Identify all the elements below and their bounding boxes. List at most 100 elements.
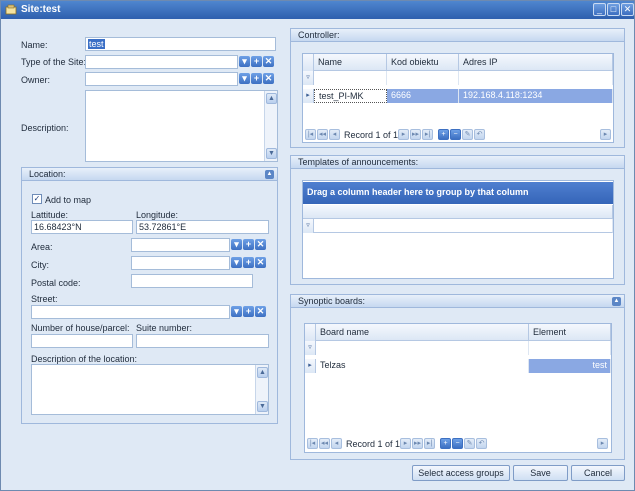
nav-prev-page-button[interactable]: ◂◂	[319, 438, 330, 449]
scroll-down-button[interactable]: ▼	[266, 148, 277, 159]
nav-scroll-right-button[interactable]: ▸	[597, 438, 608, 449]
close-icon: ✕	[623, 4, 632, 14]
chevron-down-icon: ▾	[242, 73, 247, 83]
scroll-up-button[interactable]: ▲	[266, 93, 277, 104]
column-header-name[interactable]: Name	[314, 54, 387, 71]
nav-first-button[interactable]: |◂	[307, 438, 318, 449]
area-input[interactable]	[131, 238, 230, 252]
filter-cell-kod[interactable]	[387, 71, 459, 85]
window-title: Site:test	[21, 4, 61, 15]
location-description-scrollbar[interactable]: ▲ ▼	[255, 365, 268, 414]
column-header-ip[interactable]: Adres IP	[459, 54, 613, 71]
group-panel[interactable]: Drag a column header here to group by th…	[303, 182, 613, 204]
owner-input[interactable]	[85, 72, 238, 86]
nav-last-button[interactable]: ▸|	[424, 438, 435, 449]
nav-first-button[interactable]: |◂	[305, 129, 316, 140]
filter-cell-name[interactable]	[314, 71, 387, 85]
city-add-button[interactable]: +	[243, 257, 254, 268]
city-clear-button[interactable]: ✕	[255, 257, 266, 268]
description-textarea[interactable]: ▲ ▼	[85, 90, 278, 162]
select-access-groups-button[interactable]: Select access groups	[412, 465, 510, 481]
cell-element[interactable]: test	[529, 359, 611, 373]
filter-cell-ip[interactable]	[459, 71, 613, 85]
nav-remove-button[interactable]: −	[450, 129, 461, 140]
area-add-button[interactable]: +	[243, 239, 254, 250]
nav-add-button[interactable]: +	[438, 129, 449, 140]
latitude-input[interactable]: 16.68423°N	[31, 220, 133, 234]
nav-cancel-button[interactable]: ↶	[476, 438, 487, 449]
postal-code-input[interactable]	[131, 274, 253, 288]
description-scrollbar[interactable]: ▲ ▼	[264, 91, 277, 161]
synoptic-collapse-button[interactable]: ▲	[612, 297, 621, 306]
nav-cancel-button[interactable]: ↶	[474, 129, 485, 140]
column-header-element[interactable]: Element	[529, 324, 611, 341]
nav-remove-button[interactable]: −	[452, 438, 463, 449]
type-clear-button[interactable]: ✕	[263, 56, 274, 67]
nav-next-button[interactable]: ▸	[400, 438, 411, 449]
street-dropdown-button[interactable]: ▾	[231, 306, 242, 317]
owner-dropdown-button[interactable]: ▾	[239, 73, 250, 84]
scroll-down-button[interactable]: ▼	[257, 401, 268, 412]
cell-name[interactable]: test_PI-MK	[314, 89, 387, 103]
street-add-button[interactable]: +	[243, 306, 254, 317]
street-clear-button[interactable]: ✕	[255, 306, 266, 317]
nav-edit-button[interactable]: ✎	[464, 438, 475, 449]
nav-last-button[interactable]: ▸|	[422, 129, 433, 140]
maximize-button[interactable]: □	[607, 3, 620, 16]
nav-prev-page-button[interactable]: ◂◂	[317, 129, 328, 140]
cell-kod[interactable]: 6666	[387, 89, 459, 103]
type-input[interactable]	[85, 55, 238, 69]
name-value: test	[88, 39, 105, 49]
cancel-button[interactable]: Cancel	[571, 465, 625, 481]
column-header-board-name[interactable]: Board name	[316, 324, 529, 341]
nav-next-page-button[interactable]: ▸▸	[410, 129, 421, 140]
cell-ip[interactable]: 192.168.4.118:1234	[459, 89, 613, 103]
templates-header: Templates of announcements:	[291, 156, 624, 169]
area-clear-button[interactable]: ✕	[255, 239, 266, 250]
minus-icon: −	[455, 440, 460, 447]
arrow-up-icon: ▲	[268, 95, 275, 102]
nav-add-button[interactable]: +	[440, 438, 451, 449]
city-dropdown-button[interactable]: ▾	[231, 257, 242, 268]
type-dropdown-button[interactable]: ▾	[239, 56, 250, 67]
title-bar[interactable]: Site:test _ □ ✕	[1, 1, 634, 19]
filter-icon: ▿	[308, 344, 312, 351]
plus-icon: +	[253, 73, 260, 83]
close-button[interactable]: ✕	[621, 3, 634, 16]
longitude-input[interactable]: 53.72861°E	[136, 220, 269, 234]
area-dropdown-button[interactable]: ▾	[231, 239, 242, 250]
scroll-up-button[interactable]: ▲	[257, 367, 268, 378]
location-description-textarea[interactable]: ▲ ▼	[31, 364, 269, 415]
filter-cell-board[interactable]	[316, 341, 529, 355]
nav-scroll-right-button[interactable]: ▸	[600, 129, 611, 140]
minimize-button[interactable]: _	[593, 3, 606, 16]
filter-row-indicator: ▿	[303, 71, 314, 85]
nav-next-page-button[interactable]: ▸▸	[412, 438, 423, 449]
city-input[interactable]	[131, 256, 230, 270]
nav-next-button[interactable]: ▸	[398, 129, 409, 140]
owner-add-button[interactable]: +	[251, 73, 262, 84]
controller-header: Controller:	[291, 29, 624, 42]
cell-board-name[interactable]: Telzas	[316, 359, 529, 373]
templates-column-header[interactable]	[303, 205, 613, 219]
suite-number-input[interactable]	[136, 334, 269, 348]
house-number-input[interactable]	[31, 334, 133, 348]
street-input[interactable]	[31, 305, 230, 319]
location-collapse-button[interactable]: ▲	[265, 170, 274, 179]
arrow-right-icon: ▸	[600, 440, 605, 447]
synoptic-navigator: |◂ ◂◂ ◂ Record 1 of 1 ▸ ▸▸ ▸| + − ✎ ↶ ▸	[305, 436, 611, 451]
owner-clear-button[interactable]: ✕	[263, 73, 274, 84]
prev-icon: ◂	[332, 131, 337, 138]
add-to-map-checkbox[interactable]: ✓	[32, 194, 42, 204]
filter-cell-element[interactable]	[529, 341, 611, 355]
nav-edit-button[interactable]: ✎	[462, 129, 473, 140]
arrow-up-icon: ▲	[259, 369, 266, 376]
save-button[interactable]: Save	[513, 465, 568, 481]
type-add-button[interactable]: +	[251, 56, 262, 67]
nav-prev-button[interactable]: ◂	[329, 129, 340, 140]
column-header-kod[interactable]: Kod obiektu	[387, 54, 459, 71]
name-input[interactable]: test	[85, 37, 276, 51]
nav-prev-button[interactable]: ◂	[331, 438, 342, 449]
templates-filter-cell[interactable]	[314, 219, 613, 233]
arrow-down-icon: ▼	[268, 150, 275, 157]
